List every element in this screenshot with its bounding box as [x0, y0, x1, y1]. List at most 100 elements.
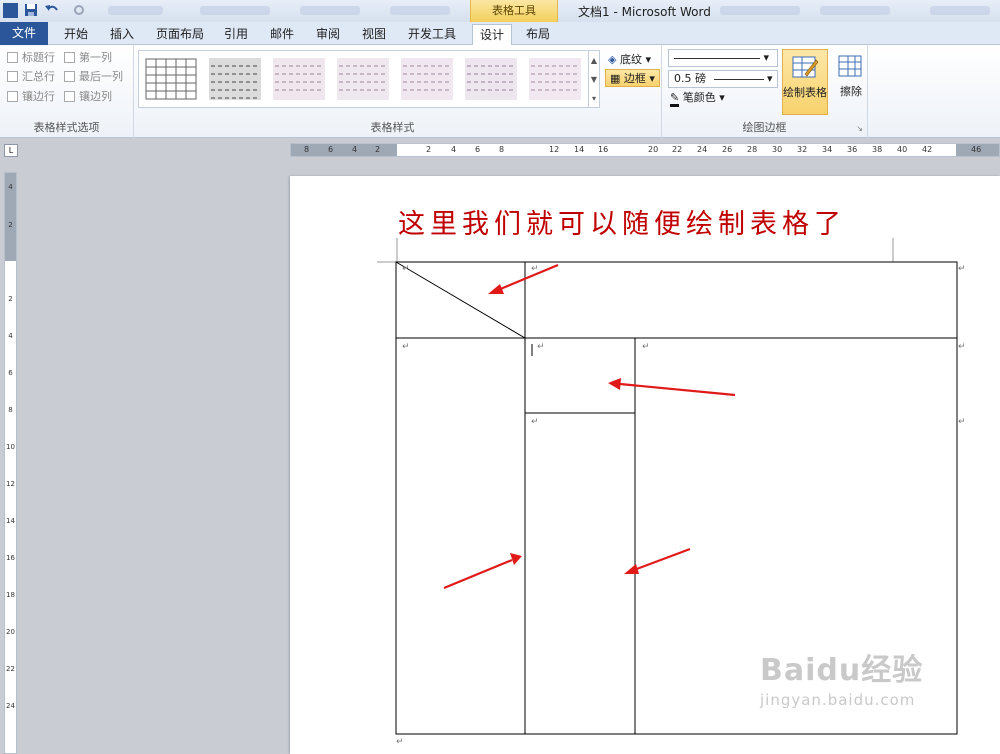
table-style-swatch[interactable]	[145, 58, 197, 100]
ruler-tick: 6	[475, 145, 481, 154]
redo-icon[interactable]	[72, 3, 86, 17]
group-label: 表格样式选项	[33, 121, 100, 134]
gallery-scroll-up[interactable]: ▲	[588, 51, 599, 70]
table-style-swatch[interactable]	[337, 58, 389, 100]
dialog-launcher-icon[interactable]: ↘	[856, 124, 863, 133]
pen-color-label: 笔颜色	[682, 91, 716, 104]
tab-review[interactable]: 审阅	[310, 24, 346, 45]
table-style-options-group: 标题行 第一列 汇总行 最后一列 镶边行 镶边列 表格样式选项	[0, 45, 134, 138]
tab-view[interactable]: 视图	[356, 24, 392, 45]
table-diagonal-line	[395, 261, 526, 339]
paragraph-mark: ↵	[531, 264, 539, 274]
ruler-tick: 30	[772, 145, 783, 154]
ruler-tick: 8	[304, 145, 310, 154]
paint-bucket-icon: ◈	[608, 53, 617, 66]
tab-mailings[interactable]: 邮件	[264, 24, 300, 45]
line-weight-value: 0.5 磅	[674, 72, 706, 85]
ruler-tick: 16	[6, 554, 15, 562]
pen-color-button[interactable]: ✎ 笔颜色 ▾	[670, 89, 725, 107]
ribbon: 标题行 第一列 汇总行 最后一列 镶边行 镶边列 表格样式选项 表格样式 ▲ ▼…	[0, 45, 1000, 138]
eraser-label: 擦除	[840, 85, 862, 98]
paragraph-mark: ↵	[396, 737, 404, 747]
border-button[interactable]: ▦ 边框 ▾	[605, 69, 660, 87]
tab-design[interactable]: 设计	[472, 24, 512, 46]
tab-page-layout[interactable]: 页面布局	[150, 24, 210, 45]
line-weight-combo[interactable]: 0.5 磅 ▾	[668, 70, 778, 88]
shading-label: 底纹	[619, 53, 642, 66]
tab-home[interactable]: 开始	[58, 24, 94, 45]
ruler-tick: 2	[375, 145, 381, 154]
ruler-tick: 4	[8, 183, 13, 191]
tab-selector[interactable]: L	[4, 144, 18, 157]
ruler-tick: 14	[574, 145, 585, 154]
pen-color-icon: ✎	[670, 91, 680, 107]
save-icon[interactable]	[24, 3, 38, 17]
checkbox-label: 汇总行	[22, 70, 55, 83]
eraser-button[interactable]: 擦除	[828, 49, 874, 115]
table-style-swatch[interactable]	[273, 58, 325, 100]
tab-file[interactable]: 文件	[0, 22, 48, 45]
table-style-swatch[interactable]	[209, 58, 261, 100]
undo-icon[interactable]	[44, 3, 60, 17]
checkbox-banded-rows[interactable]: 镶边行	[7, 90, 55, 104]
checkbox-label: 镶边行	[22, 90, 55, 103]
checkbox-label: 最后一列	[79, 70, 123, 83]
watermark: Baidu经验 jingyan.baidu.com	[760, 645, 923, 709]
watermark-url: jingyan.baidu.com	[760, 691, 916, 709]
vertical-ruler[interactable]: 4 2 2 4 6 8 10 12 14 16 18 20 22 24	[4, 172, 17, 754]
status-bar	[0, 746, 290, 754]
ruler-tick: 4	[451, 145, 457, 154]
checkbox-header-row[interactable]: 标题行	[7, 51, 55, 65]
checkbox-last-column[interactable]: 最后一列	[64, 70, 123, 84]
border-label: 边框	[623, 72, 646, 85]
table-style-swatch[interactable]	[465, 58, 517, 100]
paragraph-mark: ↵	[958, 342, 966, 352]
paragraph-mark: ↵	[537, 342, 545, 352]
horizontal-ruler[interactable]: 8 6 4 2 2 4 6 8 12 14 16 20 22 24 26 28 …	[290, 143, 1000, 157]
title-bar: W 表格工具 文档1 - Microsoft Word	[0, 0, 1000, 22]
arrow-icon	[488, 263, 559, 294]
checkbox-banded-columns[interactable]: 镶边列	[64, 90, 112, 104]
ruler-tick: 12	[6, 480, 15, 488]
arrow-icon	[624, 547, 691, 574]
tab-references[interactable]: 引用	[218, 24, 254, 45]
paragraph-mark: ↵	[958, 417, 966, 427]
table-style-gallery: ▲ ▼ ▾	[138, 50, 600, 108]
paragraph-mark: ↵	[642, 342, 650, 352]
ruler-tick: 20	[648, 145, 659, 154]
ruler-tick: 46	[971, 145, 982, 154]
ruler-tick: 40	[897, 145, 908, 154]
word-logo-icon[interactable]: W	[3, 3, 18, 18]
ribbon-tab-bar: 文件 开始 插入 页面布局 引用 邮件 审阅 视图 开发工具 设计 布局	[0, 22, 1000, 46]
ruler-tick: 4	[352, 145, 358, 154]
gallery-scroll-down[interactable]: ▼	[588, 70, 599, 89]
table-style-swatch[interactable]	[401, 58, 453, 100]
ruler-tick: 2	[8, 221, 13, 229]
tab-insert[interactable]: 插入	[104, 24, 140, 45]
draw-table-button[interactable]: 绘制表格	[782, 49, 828, 115]
checkbox-total-row[interactable]: 汇总行	[7, 70, 55, 84]
group-label: 表格样式	[370, 121, 415, 134]
tab-layout[interactable]: 布局	[518, 24, 558, 45]
ruler-tick: 8	[8, 406, 13, 414]
ruler-tick: 24	[697, 145, 708, 154]
ruler-tick: 28	[747, 145, 758, 154]
ruler-tick: 12	[549, 145, 560, 154]
paragraph-mark: ↵	[531, 417, 539, 427]
tab-developer[interactable]: 开发工具	[402, 24, 462, 45]
checkbox-first-column[interactable]: 第一列	[64, 51, 112, 65]
ruler-tick: 42	[922, 145, 933, 154]
gallery-more[interactable]: ▾	[588, 89, 599, 108]
ruler-tick: 20	[6, 628, 15, 636]
ruler-tick: 8	[499, 145, 505, 154]
ruler-tick: 6	[8, 369, 13, 377]
ruler-tick: 10	[6, 443, 15, 451]
shading-button[interactable]: ◈ 底纹 ▾	[608, 51, 651, 69]
line-style-combo[interactable]: ▾	[668, 49, 778, 67]
ruler-tick: 32	[797, 145, 808, 154]
draw-table-label: 绘制表格	[783, 86, 827, 99]
paragraph-mark: ↵	[402, 264, 410, 274]
table-style-swatch[interactable]	[529, 58, 581, 100]
ruler-tick: 22	[6, 665, 15, 673]
ruler-tick: 22	[672, 145, 683, 154]
